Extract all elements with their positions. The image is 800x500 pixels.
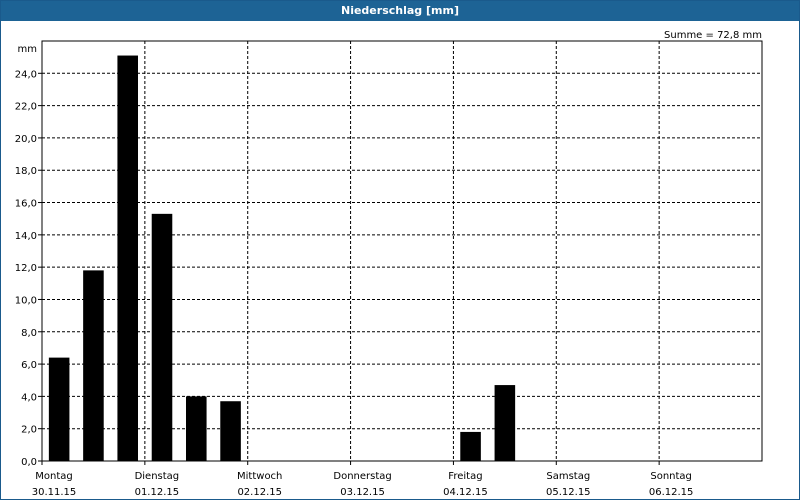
x-day-label: Sonntag <box>650 471 692 482</box>
y-tick-label: 2,0 <box>21 425 37 436</box>
y-tick-label: 4,0 <box>21 392 37 403</box>
precipitation-bar <box>151 213 173 461</box>
x-day-label: Montag <box>35 471 72 482</box>
y-tick-label: 16,0 <box>15 199 37 210</box>
x-day-label: Samstag <box>546 471 590 482</box>
x-date-label: 02.12.15 <box>237 487 282 498</box>
precipitation-chart: Summe = 72,8 mm mm 0,0 2,0 4,0 6,0 8,0 10,0 12… <box>15 30 763 498</box>
x-date-label: 03.12.15 <box>340 487 385 498</box>
y-unit-label: mm <box>18 44 37 55</box>
precipitation-bar <box>83 270 104 461</box>
x-day-label: Dienstag <box>135 471 180 482</box>
x-date-label: 01.12.15 <box>135 487 180 498</box>
y-tick-label: 6,0 <box>21 360 37 371</box>
y-tick-label: 10,0 <box>15 295 37 306</box>
y-tick-label: 8,0 <box>21 328 37 339</box>
precipitation-bar <box>220 401 241 461</box>
y-tick-label: 18,0 <box>15 166 37 177</box>
precipitation-bar <box>186 396 207 461</box>
x-date-label: 06.12.15 <box>649 487 694 498</box>
chart-title: Niederschlag [mm] <box>1 1 799 21</box>
chart-window: Niederschlag [mm] Summe = 72,8 mm mm 0,0… <box>0 0 800 500</box>
y-tick-label: 20,0 <box>15 134 37 145</box>
plot-area <box>41 40 763 462</box>
x-date-label: 05.12.15 <box>546 487 591 498</box>
precipitation-bar <box>48 357 70 461</box>
y-tick-label: 24,0 <box>15 69 37 80</box>
y-tick-label: 22,0 <box>15 102 37 113</box>
y-tick-label: 12,0 <box>15 263 37 274</box>
precipitation-bar <box>117 55 138 462</box>
precipitation-bar <box>460 431 481 461</box>
x-date-label: 30.11.15 <box>32 487 77 498</box>
y-tick-label: 14,0 <box>15 231 37 242</box>
x-day-label: Freitag <box>448 471 482 482</box>
x-day-label: Donnerstag <box>333 471 391 482</box>
precipitation-bar <box>494 385 516 461</box>
y-tick-label: 0,0 <box>21 457 37 468</box>
x-day-label: Mittwoch <box>237 471 282 482</box>
x-date-label: 04.12.15 <box>443 487 488 498</box>
x-axis-ticks: Montag 30.11.15 Dienstag 01.12.15 Mittwoch 02… <box>32 461 694 498</box>
y-axis-ticks: 0,0 2,0 4,0 6,0 8,0 10,0 12,0 14,0 16,0 18,0 20,0 2… <box>15 69 42 468</box>
sum-label: Summe = 72,8 mm <box>664 30 762 41</box>
